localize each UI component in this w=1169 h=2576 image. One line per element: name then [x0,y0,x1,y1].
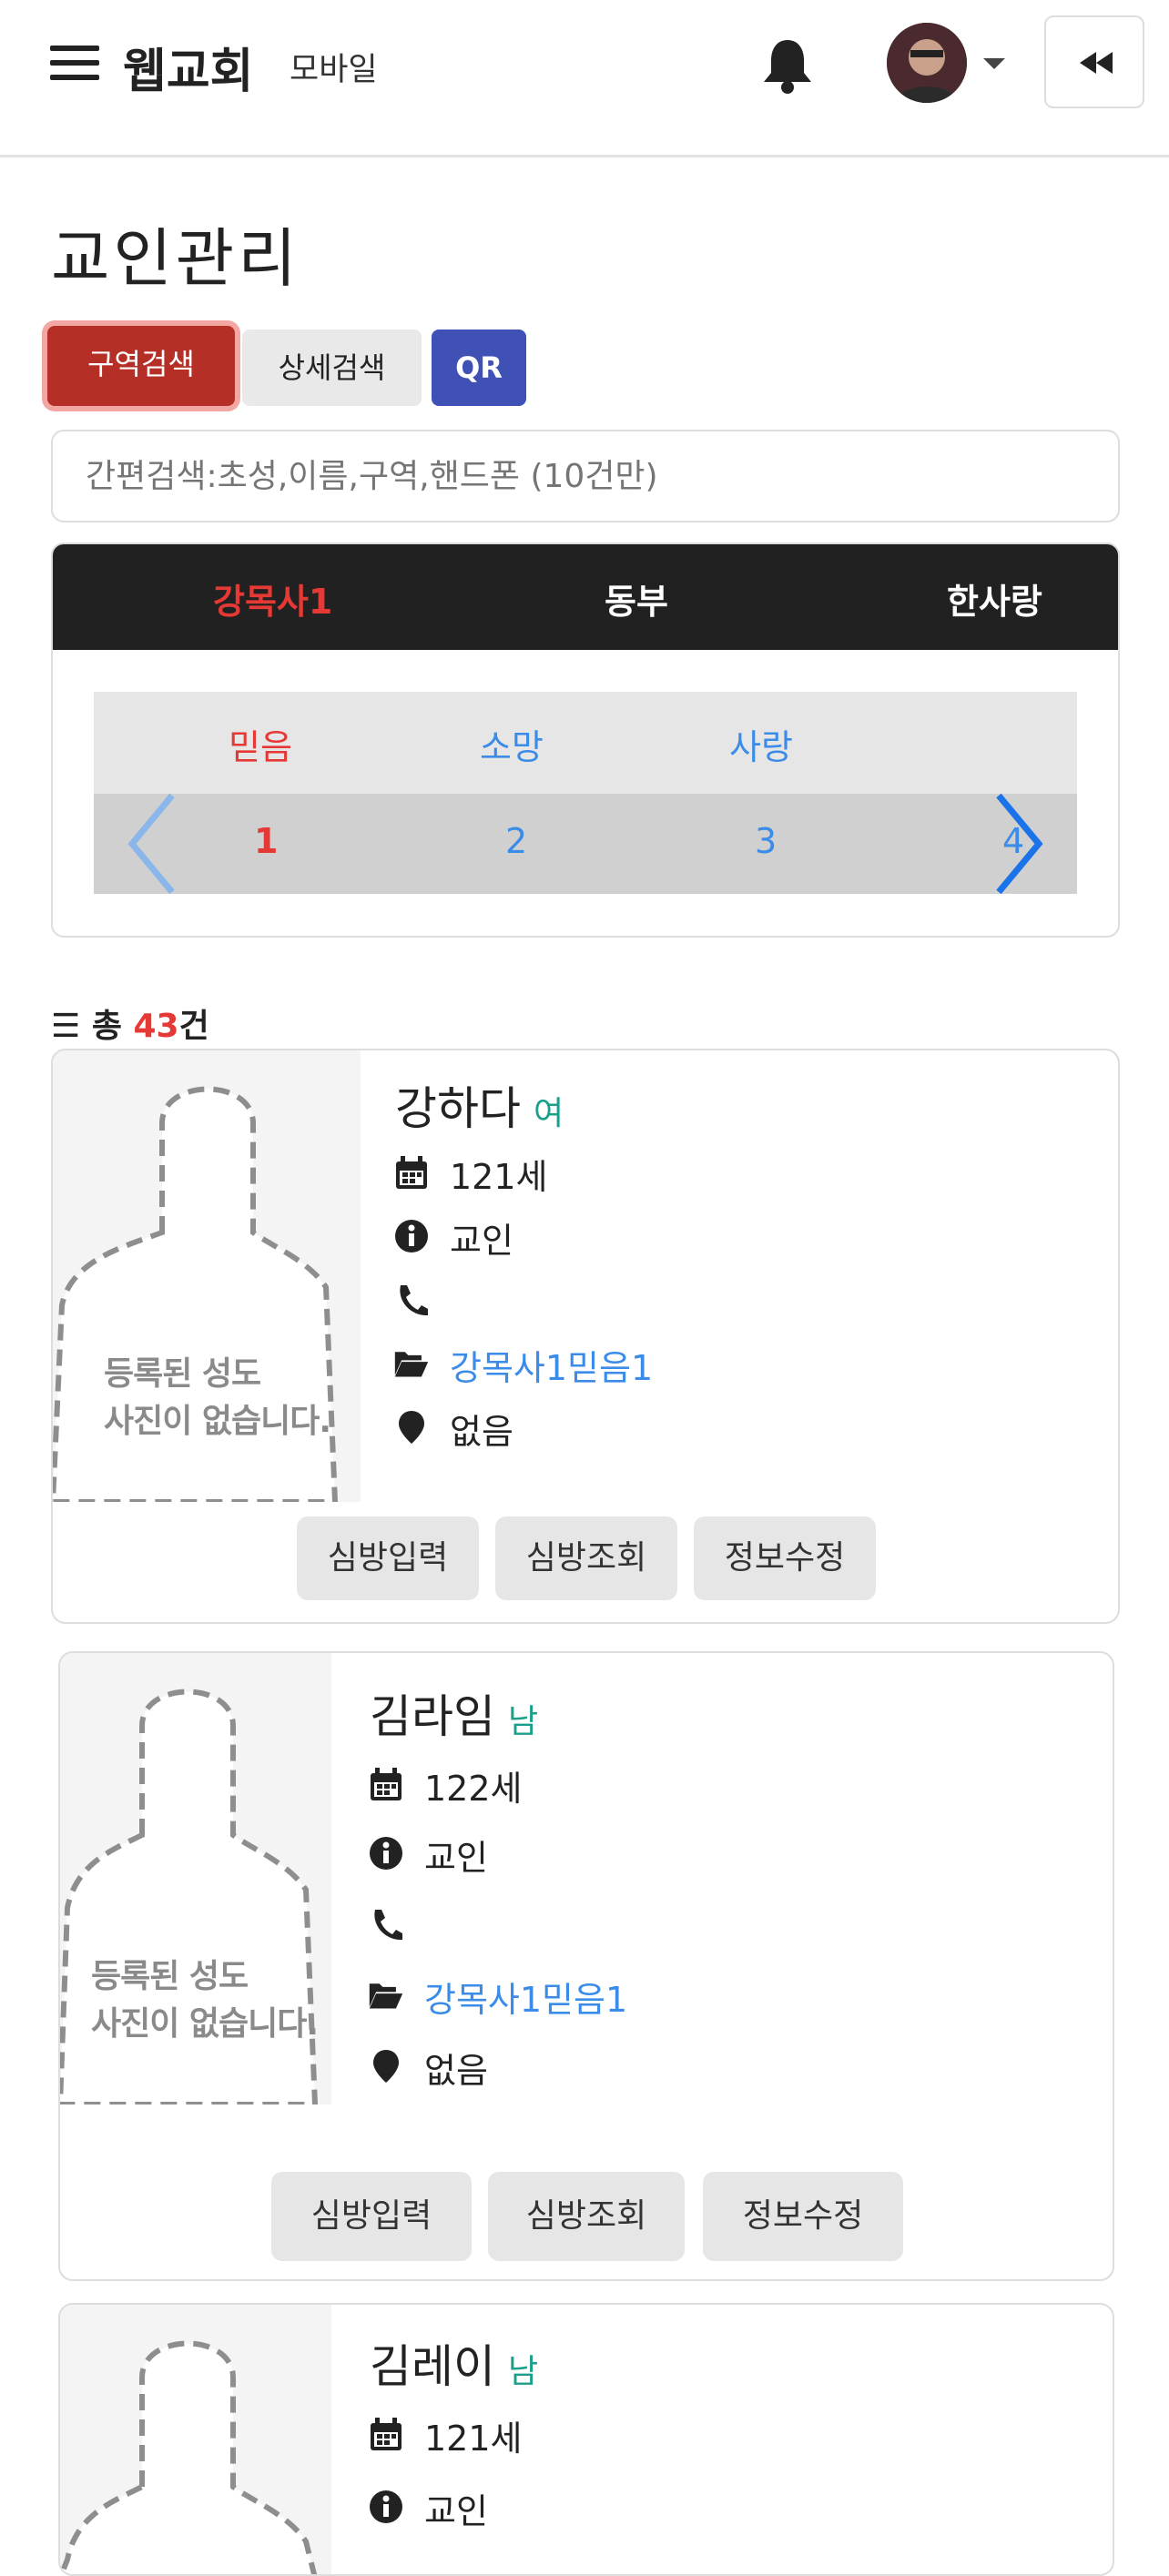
total-number: 43 [133,1008,179,1045]
page-1[interactable]: 1 [254,821,278,861]
no-photo-line-1: 등록된 성도 [104,1355,261,1393]
member-card: 등록된 성도 사진이 없습니다. 김라임 남 122세 교인 강목사1믿음1 없음… [58,1651,1114,2281]
member-name[interactable]: 강하다 여 [395,1072,564,1138]
list-icon: ☰ [51,1008,81,1045]
tab-region-3[interactable]: 한사랑 [947,573,1042,624]
no-photo-image: 등록된 성도 사진이 없습니다. [53,1050,361,1502]
no-photo-line-2: 사진이 없습니다. [91,2005,319,2043]
chevron-right-icon[interactable] [991,794,1046,894]
region-tabs: 강목사1 동부 한사랑 [53,544,1118,650]
page-carousel: 1 2 3 4 [94,794,1077,894]
qr-button[interactable]: QR [432,330,526,406]
no-photo-line-1: 등록된 성도 [91,1958,249,1995]
calendar-icon [371,2418,402,2450]
subregion-tabs: 믿음 소망 사랑 [94,692,1077,794]
avatar[interactable] [887,23,967,103]
menu-icon[interactable] [50,46,99,80]
region-panel: 강목사1 동부 한사랑 믿음 소망 사랑 1 2 3 4 [51,543,1120,938]
page-2[interactable]: 2 [505,821,527,861]
tab-region-2[interactable]: 동부 [605,573,668,624]
map-marker-icon [373,2050,399,2083]
visit-view-button[interactable]: 심방조회 [495,1516,677,1600]
member-gender: 남 [508,2353,539,2390]
subtab-1[interactable]: 믿음 [229,719,292,769]
page-3[interactable]: 3 [755,821,777,861]
total-suffix: 건 [178,1008,209,1045]
total-prefix: 총 [91,1008,134,1045]
map-marker-icon [399,1411,424,1444]
member-gender: 여 [534,1095,564,1132]
region-search-button[interactable]: 구역검색 [47,326,235,406]
member-name[interactable]: 김레이 남 [370,2330,538,2396]
rewind-icon [1080,52,1113,74]
visit-view-button[interactable]: 심방조회 [488,2172,685,2261]
info-icon [395,1220,428,1253]
tab-region-1[interactable]: 강목사1 [213,573,332,624]
visit-input-button[interactable]: 심방입력 [271,2172,472,2261]
edit-info-button[interactable]: 정보수정 [703,2172,903,2261]
subtab-3[interactable]: 사랑 [729,719,793,769]
total-count: ☰ 총 43건 [51,999,209,1047]
calendar-icon [371,1768,402,1800]
member-card: 등록된 성도 사진이 없습니다. 강하다 여 121세 교인 강목사1믿음1 없음… [51,1049,1120,1624]
chevron-down-icon[interactable] [983,58,1005,69]
phone-icon [400,1285,428,1316]
edit-info-button[interactable]: 정보수정 [694,1516,876,1600]
visit-input-button[interactable]: 심방입력 [297,1516,479,1600]
brand-title[interactable]: 웹교회 [123,33,254,101]
no-photo-image [60,2305,331,2574]
quick-search-input[interactable] [51,430,1120,522]
chevron-left-icon[interactable] [125,794,179,894]
no-photo-line-2: 사진이 없습니다. [104,1403,331,1440]
rewind-button[interactable] [1044,15,1144,108]
info-icon [370,1837,402,1870]
page-title: 교인관리 [51,221,300,296]
member-card: 김레이 남 121세 교인 [58,2303,1114,2576]
subtab-2[interactable]: 소망 [480,719,544,769]
brand-subtitle: 모바일 [290,52,378,88]
phone-icon [374,1910,402,1941]
folder-open-icon [369,1983,403,2009]
info-icon [370,2490,402,2523]
detail-search-button[interactable]: 상세검색 [242,330,422,406]
member-name[interactable]: 김라임 남 [370,1680,538,1746]
no-photo-image: 등록된 성도 사진이 없습니다. [60,1653,331,2104]
member-gender: 남 [508,1703,539,1740]
bell-icon[interactable] [760,36,815,95]
calendar-icon [396,1156,427,1189]
folder-open-icon [394,1352,429,1377]
